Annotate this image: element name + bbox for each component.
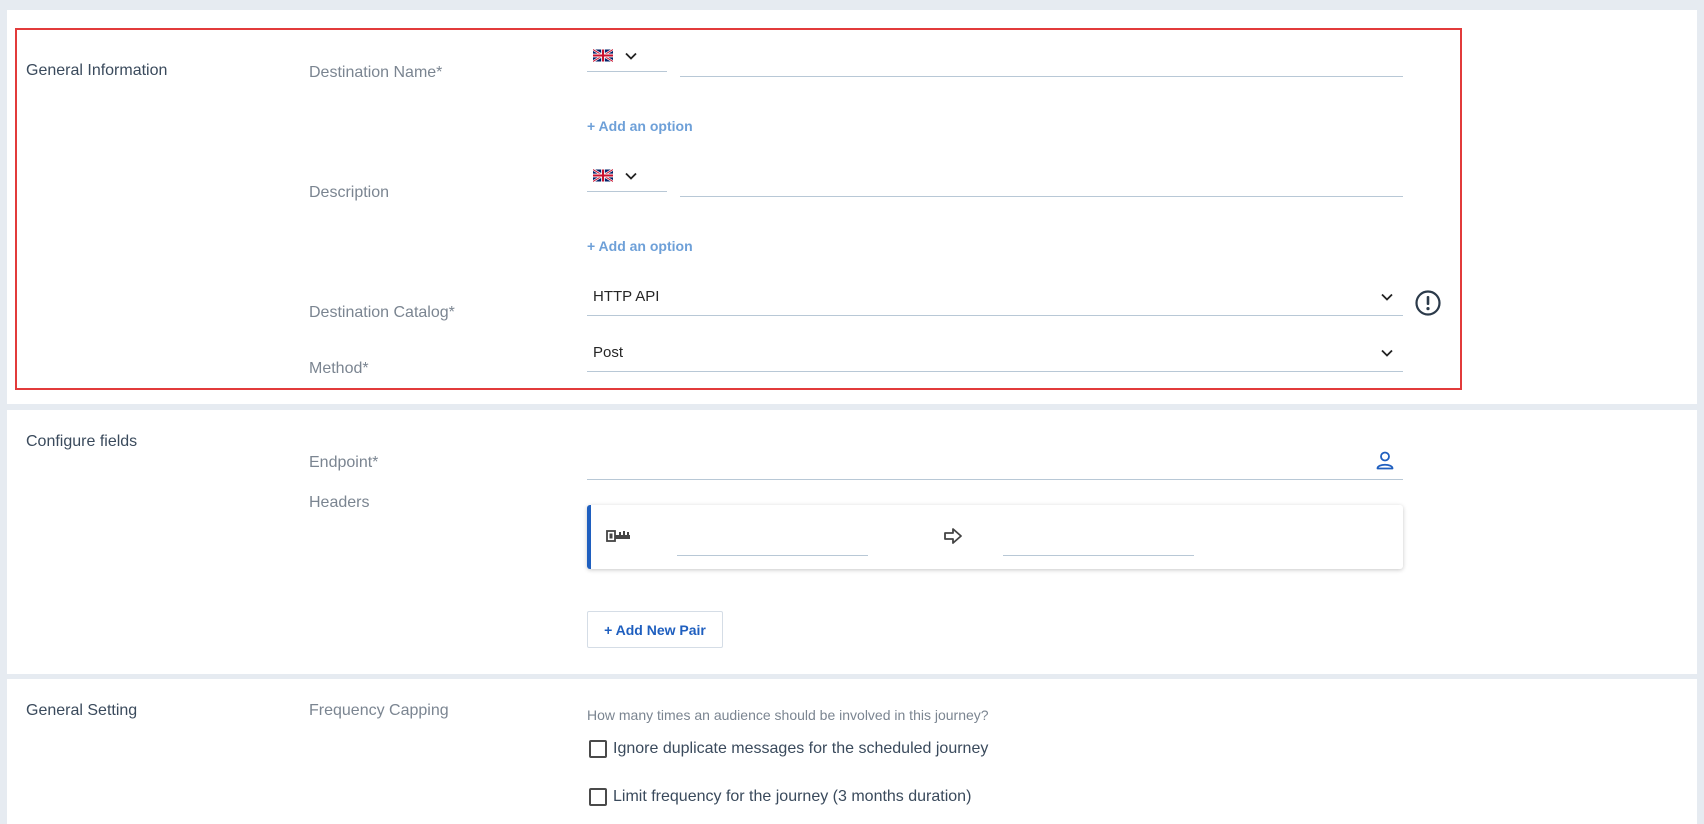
- endpoint-input[interactable]: [587, 442, 1367, 478]
- ignore-duplicates-option[interactable]: Ignore duplicate messages for the schedu…: [589, 740, 988, 758]
- header-value-input[interactable]: [1003, 530, 1194, 556]
- section-title: Configure fields: [26, 433, 138, 450]
- frequency-question-text: How many times an audience should be inv…: [587, 707, 989, 723]
- endpoint-label: Endpoint*: [309, 454, 379, 471]
- uk-flag-icon: [593, 169, 613, 182]
- limit-frequency-option[interactable]: Limit frequency for the journey (3 month…: [589, 788, 971, 806]
- endpoint-field: [587, 442, 1403, 480]
- destination-catalog-select[interactable]: HTTP API: [587, 278, 1403, 316]
- destination-catalog-value: HTTP API: [593, 288, 660, 305]
- destination-name-input[interactable]: [680, 37, 1403, 77]
- ignore-duplicates-label: Ignore duplicate messages for the schedu…: [613, 740, 989, 757]
- section-title: General Setting: [26, 702, 138, 719]
- destination-name-label: Destination Name*: [309, 64, 443, 81]
- method-select[interactable]: Post: [587, 334, 1403, 372]
- section-title: General Information: [26, 62, 168, 79]
- description-language-select[interactable]: [587, 160, 667, 192]
- destination-name-add-option-link[interactable]: + Add an option: [587, 118, 693, 134]
- arrow-right-icon: [944, 528, 962, 544]
- chevron-down-icon: [625, 172, 637, 180]
- header-pair-card: [587, 505, 1403, 569]
- description-add-option-link[interactable]: + Add an option: [587, 238, 693, 254]
- key-icon: [606, 530, 630, 542]
- limit-frequency-label: Limit frequency for the journey (3 month…: [613, 788, 972, 805]
- destination-catalog-label: Destination Catalog*: [309, 304, 455, 321]
- chevron-down-icon: [1381, 349, 1393, 357]
- method-label: Method*: [309, 360, 369, 377]
- frequency-capping-label: Frequency Capping: [309, 702, 449, 719]
- add-new-pair-button[interactable]: + Add New Pair: [587, 611, 723, 648]
- person-icon[interactable]: [1375, 450, 1395, 470]
- description-input[interactable]: [680, 157, 1403, 197]
- chevron-down-icon: [625, 52, 637, 60]
- method-value: Post: [593, 344, 624, 361]
- chevron-down-icon: [1381, 293, 1393, 301]
- general-setting-section: General Setting Frequency Capping How ma…: [7, 679, 1697, 824]
- headers-label: Headers: [309, 494, 370, 511]
- configure-fields-section: Configure fields Endpoint* Headers + Add…: [7, 410, 1697, 674]
- general-information-section: General Information Destination Name* + …: [7, 10, 1697, 404]
- description-label: Description: [309, 184, 390, 201]
- header-key-input[interactable]: [677, 530, 868, 556]
- ignore-duplicates-checkbox[interactable]: [589, 740, 607, 758]
- limit-frequency-checkbox[interactable]: [589, 788, 607, 806]
- uk-flag-icon: [593, 49, 613, 62]
- destination-name-language-select[interactable]: [587, 40, 667, 72]
- exclamation-circle-icon[interactable]: [1414, 289, 1442, 317]
